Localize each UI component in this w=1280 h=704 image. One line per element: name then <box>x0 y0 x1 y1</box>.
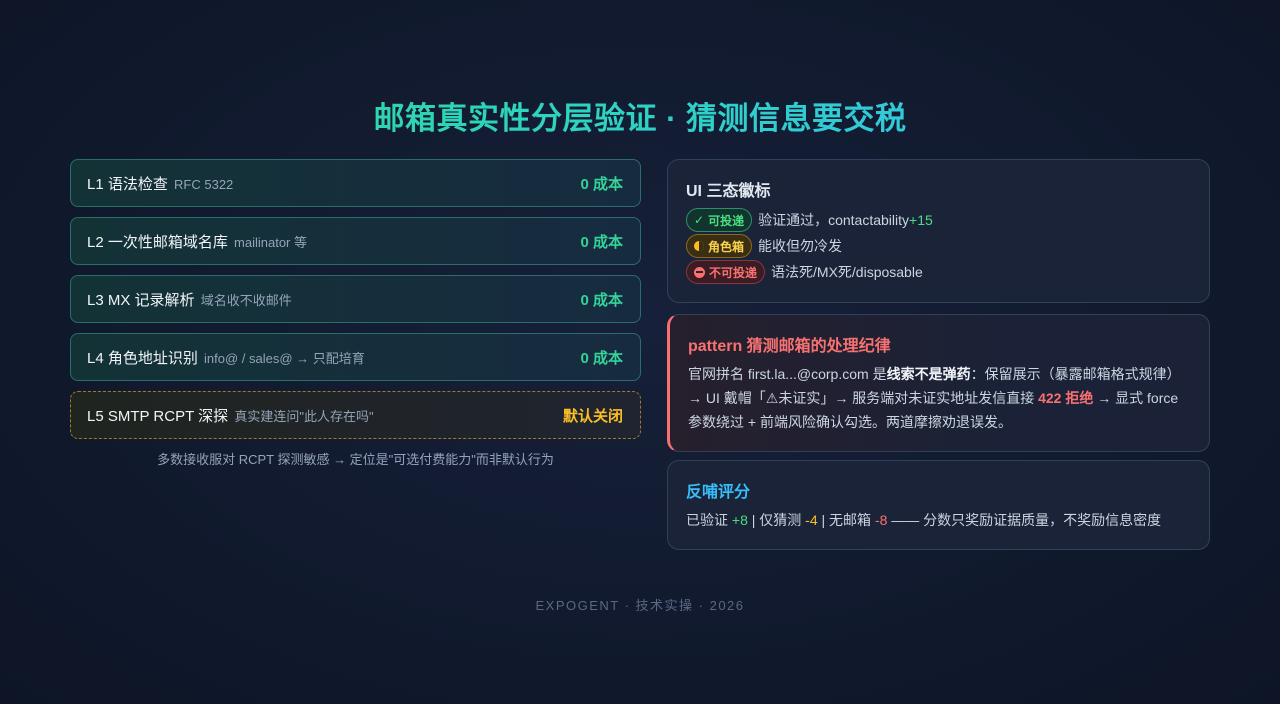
layer-status: 默认关闭 <box>562 407 623 425</box>
card-title: UI 三态徽标 <box>686 183 771 200</box>
score-none: -8 <box>874 512 888 528</box>
deliverable-badge: ✓ 可投递 <box>686 208 753 232</box>
score-guess: -4 <box>805 512 818 528</box>
badge-row-role: 角色箱 能收但勿冷发 <box>686 233 1191 259</box>
badge-desc: 能收但勿冷发 <box>758 238 843 254</box>
pattern-card: pattern 猜测邮箱的处理纪律 官网拼名 first.la...@corp.… <box>667 314 1210 452</box>
layer-l5: L5 SMTP RCPT 深探 真实建连问"此人存在吗" 默认关闭 <box>70 391 641 439</box>
layer-name: L3 MX 记录解析 <box>87 291 195 309</box>
half-circle-icon <box>694 241 704 251</box>
verification-layers: L1 语法检查 RFC 5322 0 成本 L2 一次性邮箱域名库 mailin… <box>70 159 641 468</box>
score-verified: +8 <box>731 512 748 528</box>
layer-cost: 0 成本 <box>580 349 623 367</box>
no-entry-icon <box>694 266 705 278</box>
layer-l3: L3 MX 记录解析 域名收不收邮件 0 成本 <box>70 275 641 323</box>
layer-l1: L1 语法检查 RFC 5322 0 成本 <box>70 159 641 207</box>
layer-cost: 0 成本 <box>580 175 623 193</box>
layer-desc: 真实建连问"此人存在吗" <box>234 408 374 424</box>
role-badge: 角色箱 <box>686 234 753 258</box>
layer-note: 多数接收服对 RCPT 探测敏感 → 定位是"可选付费能力"而非默认行为 <box>157 452 554 467</box>
layer-cost: 0 成本 <box>580 233 623 251</box>
layer-l2: L2 一次性邮箱域名库 mailinator 等 0 成本 <box>70 217 641 265</box>
undeliverable-badge: 不可投递 <box>686 260 766 284</box>
layer-name: L4 角色地址识别 <box>87 349 198 367</box>
emphasis-text: 线索不是弹药 <box>886 366 971 382</box>
score-body: 已验证 +8 | 仅猜测 -4 | 无邮箱 -8 —— 分数只奖励证据质量，不奖… <box>686 512 1162 528</box>
card-title: pattern 猜测邮箱的处理纪律 <box>688 338 891 355</box>
badge-row-undeliverable: 不可投递 语法死/MX死/disposable <box>686 259 1191 285</box>
card-title: 反哺评分 <box>686 484 751 501</box>
check-icon: ✓ <box>694 213 705 227</box>
reject-code: 422 拒绝 <box>1038 390 1094 406</box>
layer-cost: 0 成本 <box>580 291 623 309</box>
contactability-delta: +15 <box>909 212 933 228</box>
badge-states-card: UI 三态徽标 ✓ 可投递 验证通过，contactability +15 角色… <box>667 159 1210 303</box>
layer-name: L2 一次性邮箱域名库 <box>87 233 228 251</box>
score-card: 反哺评分 已验证 +8 | 仅猜测 -4 | 无邮箱 -8 —— 分数只奖励证据… <box>667 460 1210 550</box>
layer-desc: RFC 5322 <box>174 176 234 192</box>
badge-desc: 验证通过，contactability <box>758 212 910 228</box>
layer-name: L5 SMTP RCPT 深探 <box>87 407 229 425</box>
pattern-body: 官网拼名 first.la...@corp.com 是线索不是弹药：保留展示（暴… <box>688 366 1181 430</box>
layer-desc: 域名收不收邮件 <box>200 292 292 308</box>
badge-row-deliverable: ✓ 可投递 验证通过，contactability +15 <box>686 207 1191 233</box>
layer-name: L1 语法检查 <box>87 175 168 193</box>
footer: EXPOGENT · 技术实操 · 2026 <box>535 598 745 613</box>
layer-l4: L4 角色地址识别 info@ / sales@ → 只配培育 0 成本 <box>70 333 641 381</box>
badge-desc: 语法死/MX死/disposable <box>771 264 923 280</box>
page-title: 邮箱真实性分层验证 · 猜测信息要交税 <box>0 93 1280 138</box>
layer-desc: info@ / sales@ → 只配培育 <box>204 350 365 366</box>
layer-desc: mailinator 等 <box>234 234 307 250</box>
